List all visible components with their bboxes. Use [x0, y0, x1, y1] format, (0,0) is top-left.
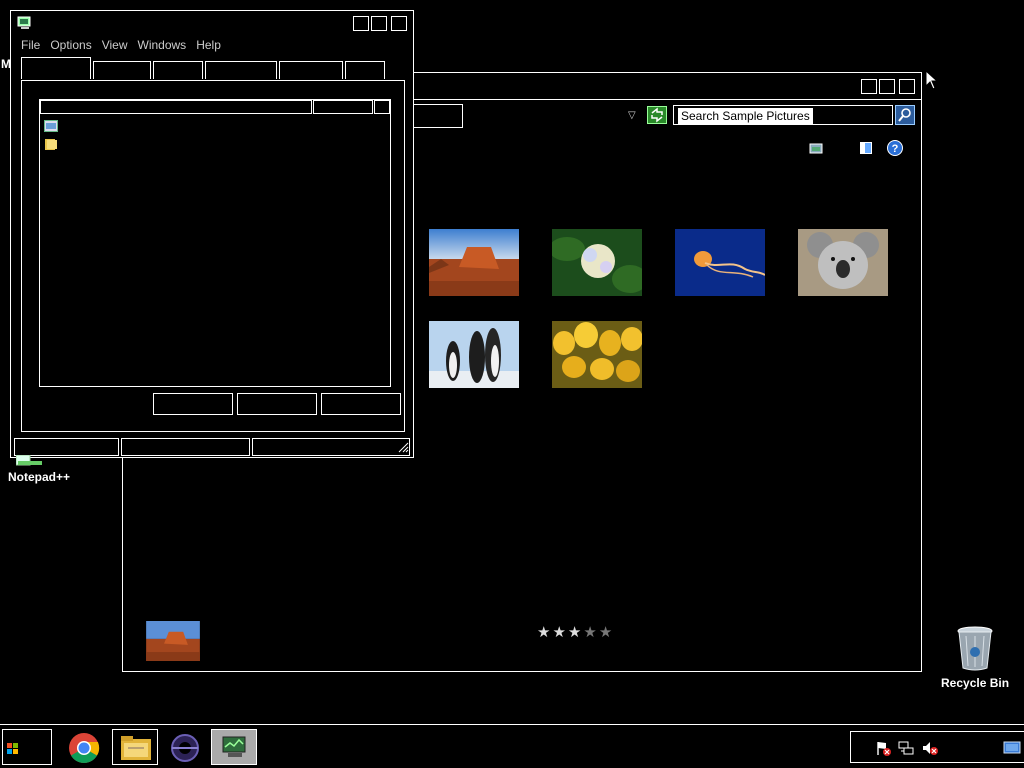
menu-file[interactable]: File [21, 38, 40, 52]
taskbar-eclipse[interactable] [162, 729, 208, 765]
taskbar-task-manager[interactable] [211, 729, 257, 765]
network-icon[interactable] [898, 740, 914, 756]
thumbnail-hydrangeas[interactable] [552, 229, 642, 296]
taskbar [0, 724, 1024, 768]
thumbnail-penguins[interactable] [429, 321, 519, 388]
tab-5[interactable] [279, 61, 343, 79]
menu-windows[interactable]: Windows [138, 38, 187, 52]
start-button[interactable] [2, 729, 52, 765]
mouse-cursor-icon [925, 70, 937, 90]
manager-window: File Options View Windows Help [10, 10, 414, 458]
action-center-flag-icon[interactable] [875, 740, 891, 756]
status-cell-3 [252, 438, 410, 456]
app-icon [17, 16, 31, 29]
taskbar-chrome[interactable] [62, 729, 108, 765]
refresh-icon [651, 107, 663, 123]
change-view-icon[interactable] [809, 142, 823, 156]
thumbnail-desert[interactable] [429, 229, 519, 296]
tab-4[interactable] [205, 61, 277, 79]
menu-options[interactable]: Options [50, 38, 91, 52]
svg-text:?: ? [892, 143, 899, 155]
taskbar-file-explorer[interactable] [112, 729, 158, 765]
close-button[interactable] [899, 79, 915, 94]
minimize-button[interactable] [353, 16, 369, 31]
status-bar [14, 438, 410, 456]
recycle-bin-icon[interactable] [955, 626, 995, 672]
search-box[interactable]: Search Sample Pictures [673, 105, 893, 125]
search-icon [898, 108, 911, 122]
list-view[interactable] [39, 99, 391, 387]
search-input[interactable]: Search Sample Pictures [678, 108, 813, 124]
address-dropdown-icon[interactable]: ▽ [628, 110, 636, 121]
tab-2[interactable] [93, 61, 151, 79]
menu-bar: File Options View Windows Help [21, 38, 221, 52]
tab-6[interactable] [345, 61, 385, 79]
desktop-icon-label-recycle-bin[interactable]: Recycle Bin [941, 676, 1009, 690]
volume-muted-icon[interactable] [922, 740, 938, 756]
file-explorer-icon [121, 736, 151, 760]
star-5-icon[interactable]: ★ [599, 624, 614, 641]
panel-button-2[interactable] [237, 393, 317, 415]
thumbnail-jellyfish[interactable] [675, 229, 765, 296]
desktop-icon-label-notepadpp[interactable]: Notepad++ [8, 470, 70, 484]
column-header-3[interactable] [374, 100, 390, 114]
thumbnail-tulips[interactable] [552, 321, 642, 388]
column-header-2[interactable] [313, 100, 373, 114]
notepadpp-icon[interactable] [16, 455, 52, 467]
star-4-icon[interactable]: ★ [583, 624, 598, 641]
list-item-image-icon[interactable] [44, 120, 58, 132]
system-tray [850, 731, 1024, 763]
menu-help[interactable]: Help [196, 38, 221, 52]
tab-1[interactable] [21, 57, 91, 79]
rating-stars[interactable]: ★★★★★ [537, 623, 614, 641]
search-button[interactable] [895, 105, 915, 125]
status-cell-2 [121, 438, 250, 456]
chrome-icon [69, 733, 100, 764]
eclipse-icon [171, 734, 199, 762]
close-button[interactable] [391, 16, 407, 31]
list-item-folder-icon[interactable] [44, 138, 58, 150]
panel-button-1[interactable] [153, 393, 233, 415]
tab-3[interactable] [153, 61, 203, 79]
show-desktop-icon[interactable] [1003, 740, 1021, 756]
start-orb-icon [7, 743, 18, 754]
menu-view[interactable]: View [102, 38, 128, 52]
star-1-icon[interactable]: ★ [537, 624, 552, 641]
maximize-button[interactable] [879, 79, 895, 94]
refresh-button[interactable] [647, 106, 667, 124]
star-3-icon[interactable]: ★ [568, 624, 583, 641]
thumbnail-koala[interactable] [798, 229, 888, 296]
preview-pane-icon[interactable] [859, 141, 873, 155]
resize-grip-icon[interactable] [397, 441, 409, 453]
column-header-1[interactable] [40, 100, 312, 114]
maximize-button[interactable] [371, 16, 387, 31]
task-manager-icon [222, 736, 246, 757]
minimize-button[interactable] [861, 79, 877, 94]
details-preview-thumbnail [146, 621, 200, 661]
tab-strip [21, 57, 387, 79]
tab-panel [21, 80, 405, 432]
status-cell-1 [14, 438, 119, 456]
panel-button-3[interactable] [321, 393, 401, 415]
help-icon[interactable]: ? [887, 140, 903, 156]
star-2-icon[interactable]: ★ [552, 624, 567, 641]
